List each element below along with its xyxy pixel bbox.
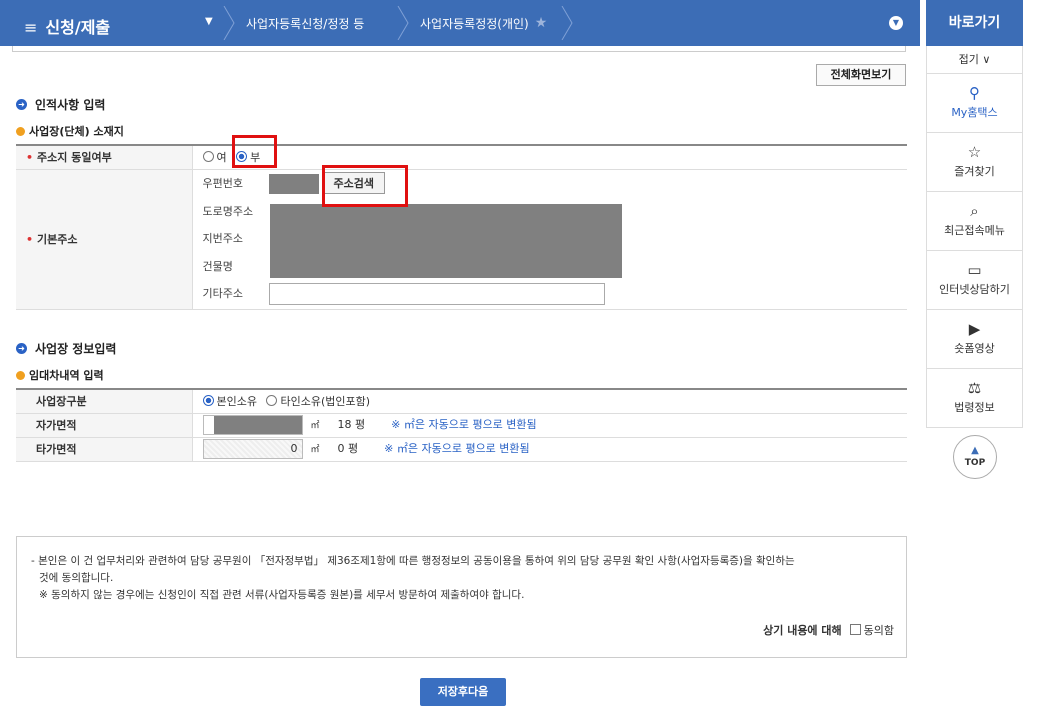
sidebar-item-myhometax[interactable]: ⚲ My홈택스 (926, 74, 1023, 133)
site-type-options: 본인소유 타인소유(법인포함) (192, 389, 907, 414)
menu-button[interactable]: ≡ 신청/제출 (24, 14, 110, 38)
play-icon: ▶ (968, 320, 981, 338)
sidebar-item-favorites[interactable]: ☆ 즐겨찾기 (926, 133, 1023, 192)
highlight-box (232, 135, 277, 168)
postcode-value (268, 174, 319, 195)
laptop-icon: ▭ (967, 261, 982, 279)
radio-yes[interactable]: 여 (202, 151, 227, 164)
chevron-down-icon[interactable]: ▼ (889, 16, 903, 30)
breadcrumb-separator-icon (396, 5, 410, 41)
menu-label: 신청/제출 (45, 18, 111, 37)
subsection-title-lease: 임대차내역 입력 (16, 367, 104, 383)
content-frame (12, 46, 906, 52)
sidebar-item-shortform[interactable]: ▶ 숏폼영상 (926, 310, 1023, 369)
section-title-business: ➜ 사업장 정보입력 (16, 340, 116, 357)
radio-other-owner[interactable]: 타인소유(법인포함) (266, 395, 370, 408)
bullet-icon (16, 126, 25, 136)
star-icon[interactable]: ★ (535, 15, 548, 31)
sidebar-item-consult[interactable]: ▭ 인터넷상담하기 (926, 251, 1023, 310)
site-type-label: 사업장구분 (16, 389, 193, 414)
business-form-table: 사업장구분 본인소유 타인소유(법인포함) 자가면적 ㎡ 18 평 ※ ㎡은 자동으… (16, 388, 907, 462)
same-address-options: 여 부 (192, 145, 907, 170)
other-area-row: 0 ㎡ 0 평 ※ ㎡은 자동으로 평으로 변환됨 (192, 437, 907, 462)
top-navigation-bar: ≡ 신청/제출 ▼ 사업자등록신청/정정 등 사업자등록정정(개인) ★ ▼ (0, 0, 920, 46)
agree-prompt: 상기 내용에 대해 (763, 624, 842, 637)
quick-menu-sidebar: 바로가기 접기 ∨ ⚲ My홈택스 ☆ 즐겨찾기 ⌕ 최근접속메뉴 ▭ 인터넷상담하기 … (926, 0, 1023, 428)
fold-button[interactable]: 접기 ∨ (926, 46, 1023, 74)
base-address-label: • 기본주소 (16, 169, 193, 310)
radio-own[interactable]: 본인소유 (202, 395, 257, 408)
own-area-input[interactable] (202, 415, 303, 435)
agreement-text-2: 것에 동의합니다. (39, 572, 114, 584)
breadcrumb-item-2[interactable]: 사업자등록정정(개인) ★ (420, 0, 547, 46)
star-icon: ☆ (967, 143, 982, 161)
gavel-icon: ⚖ (967, 379, 982, 397)
other-address-row: 기타주소 (192, 279, 907, 310)
section-title-personal: ➜ 인적사항 입력 (16, 96, 105, 113)
fullview-button[interactable]: 전체화면보기 (816, 64, 906, 86)
save-next-button[interactable]: 저장후다음 (420, 678, 506, 706)
arrow-circle-icon: ➜ (16, 99, 27, 110)
arrow-up-icon: ▲ (971, 445, 979, 456)
dropdown-triangle-icon[interactable]: ▼ (205, 16, 213, 27)
scroll-top-button[interactable]: ▲ TOP (953, 435, 997, 479)
own-area-label: 자가면적 (16, 413, 193, 438)
highlight-box (322, 165, 408, 207)
own-area-row: ㎡ 18 평 ※ ㎡은 자동으로 평으로 변환됨 (192, 413, 907, 438)
agreement-consent-row: 상기 내용에 대해 동의함 (763, 622, 894, 639)
hamburger-icon: ≡ (24, 18, 38, 37)
agreement-text-1: - 본인은 이 건 업무처리와 관련하여 담당 공무원이 「전자정부법」 제36… (31, 555, 795, 567)
breadcrumb-item-1[interactable]: 사업자등록신청/정정 등 (246, 0, 364, 46)
breadcrumb-separator-icon (222, 5, 236, 41)
agreement-box: - 본인은 이 건 업무처리와 관련하여 담당 공무원이 「전자정부법」 제36… (16, 536, 907, 658)
person-icon: ⚲ (969, 84, 980, 102)
recent-search-icon: ⌕ (970, 202, 979, 220)
postcode-row: 우편번호 주소검색 (192, 169, 907, 197)
other-area-label: 타가면적 (16, 437, 193, 462)
breadcrumb-separator-icon (560, 5, 574, 41)
arrow-circle-icon: ➜ (16, 343, 27, 354)
agreement-text-3: ※ 동의하지 않는 경우에는 신청인이 직접 관련 서류(사업자등록증 원본)를… (39, 589, 525, 601)
other-area-input[interactable]: 0 (202, 439, 303, 459)
sidebar-item-recent[interactable]: ⌕ 최근접속메뉴 (926, 192, 1023, 251)
agree-checkbox[interactable]: 동의함 (849, 624, 894, 637)
sidebar-title: 바로가기 (926, 0, 1023, 46)
same-address-label: • 주소지 동일여부 (16, 145, 193, 170)
sidebar-item-law[interactable]: ⚖ 법령정보 (926, 369, 1023, 428)
subsection-title-location: 사업장(단체) 소재지 (16, 123, 124, 139)
other-address-input[interactable] (268, 283, 605, 306)
redacted-address-block (270, 204, 622, 278)
bullet-icon (16, 370, 25, 380)
